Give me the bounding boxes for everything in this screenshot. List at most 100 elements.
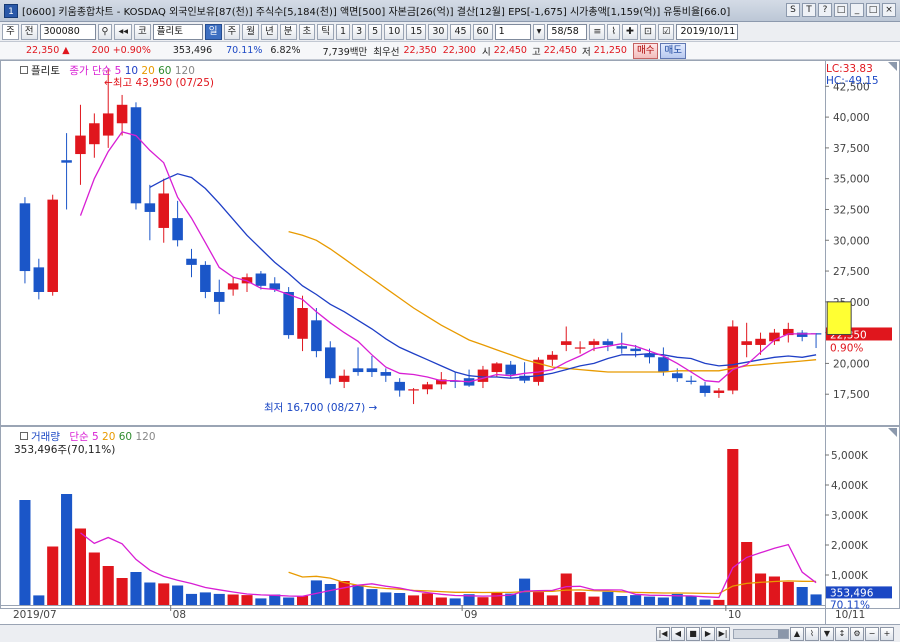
maximize-button[interactable]: □	[866, 3, 880, 17]
stock-name-field: 플리토	[152, 23, 203, 40]
spinner-icon[interactable]: ▾	[532, 23, 546, 40]
high-note: 최고 43,950 (07/25)	[112, 77, 214, 89]
price-volume-chart[interactable]: 17,50020,00022,50025,00027,50030,00032,5…	[0, 60, 900, 624]
last-volume-label: 353,496	[830, 587, 874, 599]
pan-icon[interactable]: ↕	[835, 626, 849, 641]
price-tick-label: 40,000	[833, 112, 870, 124]
period-week[interactable]: 주	[223, 23, 241, 40]
scroll-thumb[interactable]	[778, 629, 788, 638]
interval-5[interactable]: 5	[368, 23, 383, 40]
volume-bar	[283, 597, 295, 605]
next-icon[interactable]: ▶	[701, 626, 715, 641]
window-title: [0600] 키움종합차트 - KOSDAQ 외국인보유[87(천)] 주식수[…	[22, 7, 731, 18]
low-label: 저	[581, 46, 591, 58]
period-second[interactable]: 초	[298, 23, 316, 40]
volume-bar	[657, 597, 669, 605]
price-tick-label: 37,500	[833, 143, 870, 155]
market-select[interactable]: 전	[20, 23, 38, 40]
plus-icon[interactable]: +	[880, 626, 894, 641]
settings-icon[interactable]: ⚙	[850, 626, 864, 641]
quote-bar: 22,350 ▲ 200 +0.90% 353,496 70.11% 6.82%…	[0, 42, 900, 60]
month-label: 09	[464, 609, 477, 621]
candle-body	[311, 320, 322, 352]
candle-body	[588, 341, 600, 345]
crosshair-icon[interactable]: ✚	[622, 23, 638, 40]
menu-icon[interactable]: ≡	[589, 23, 606, 40]
zoom-out-icon[interactable]: ▼	[820, 626, 834, 641]
interval-1[interactable]: 1	[336, 23, 351, 40]
candle-body	[213, 291, 225, 302]
first-page-icon[interactable]: |◀	[656, 626, 670, 641]
candle-body	[75, 135, 86, 155]
stock-code-input[interactable]: 300080	[39, 23, 96, 40]
chart-line-icon[interactable]: ⌇	[805, 626, 819, 641]
current-volume: 353,496주(70,11%)	[14, 444, 116, 456]
volume-bar	[532, 592, 545, 605]
volume-bar	[116, 578, 128, 605]
high-annotation: ←최고 43,950 (07/25)	[104, 75, 214, 90]
chart-type-icon[interactable]: ⌇	[607, 23, 621, 40]
lc-value: LC:33.83	[826, 63, 873, 75]
period-tick[interactable]: 틱	[317, 23, 335, 40]
candle-body	[130, 107, 142, 204]
buy-button[interactable]: 매수	[632, 42, 659, 59]
volume-bar	[546, 595, 558, 605]
open-price: 22,450	[493, 45, 527, 56]
volume-bar	[810, 594, 822, 605]
period-minute[interactable]: 분	[279, 23, 297, 40]
volume-bar	[408, 595, 420, 605]
zoom-icon[interactable]: ⊡	[639, 23, 656, 40]
scroll-track[interactable]	[733, 628, 789, 639]
interval-60[interactable]: 60	[472, 23, 493, 40]
turnover-ratio: 6.82%	[270, 45, 301, 56]
custom-interval-input[interactable]: 1	[494, 23, 531, 40]
data-count-field[interactable]: 58/58	[547, 23, 588, 40]
search-icon[interactable]: ⚲	[97, 23, 113, 40]
stop-icon[interactable]: ■	[686, 626, 700, 641]
volume-bar	[574, 592, 586, 605]
restore-icon[interactable]: □	[834, 3, 848, 17]
zoom-in-icon[interactable]: ▲	[790, 626, 804, 641]
candle-body	[325, 347, 336, 379]
mode-select[interactable]: 주	[2, 23, 19, 40]
candle-body	[297, 308, 308, 339]
period-year[interactable]: 년	[261, 23, 278, 40]
candle-body	[422, 384, 433, 390]
calendar-check-icon[interactable]: ☑	[657, 23, 675, 40]
speaker-icon[interactable]: ◂◂	[114, 23, 133, 40]
collapse-icon[interactable]	[20, 66, 28, 74]
candle-body	[116, 104, 128, 124]
collapse-icon[interactable]	[20, 432, 28, 440]
interval-45[interactable]: 45	[450, 23, 471, 40]
month-label: 08	[173, 609, 186, 621]
minimize-button[interactable]: _	[850, 3, 864, 17]
volume-bar	[324, 584, 336, 605]
period-day[interactable]: 일	[204, 23, 222, 40]
interval-10[interactable]: 10	[384, 23, 405, 40]
screen-save-button[interactable]: S	[786, 3, 800, 17]
date-field[interactable]: 2019/10/11	[676, 23, 739, 40]
interval-30[interactable]: 30	[428, 23, 449, 40]
app-icon: 1	[4, 3, 18, 18]
current-price: 22,350	[26, 45, 60, 56]
vma-period-120[interactable]: 120	[135, 431, 155, 443]
minus-icon[interactable]: −	[865, 626, 879, 641]
high-label: 고	[531, 46, 541, 58]
up-arrow-icon: ▲	[62, 45, 70, 56]
chart-area[interactable]: 17,50020,00022,50025,00027,50030,00032,5…	[0, 60, 900, 624]
candle-body	[186, 258, 197, 265]
volume-bar	[74, 528, 87, 605]
help-button[interactable]: ?	[818, 3, 832, 17]
volume-bar	[782, 581, 794, 605]
sell-button[interactable]: 매도	[660, 42, 686, 59]
low-annotation: 최저 16,700 (08/27) →	[264, 400, 377, 415]
prev-icon[interactable]: ◀	[671, 626, 685, 641]
period-month[interactable]: 월	[242, 23, 260, 40]
tool-button[interactable]: T	[802, 3, 816, 17]
low-note: 최저 16,700 (08/27)	[264, 402, 366, 414]
vma-period-60[interactable]: 60	[119, 431, 132, 443]
last-page-icon[interactable]: ▶|	[716, 626, 730, 641]
interval-15[interactable]: 15	[406, 23, 427, 40]
close-button[interactable]: ×	[882, 3, 896, 17]
interval-3[interactable]: 3	[352, 23, 367, 40]
